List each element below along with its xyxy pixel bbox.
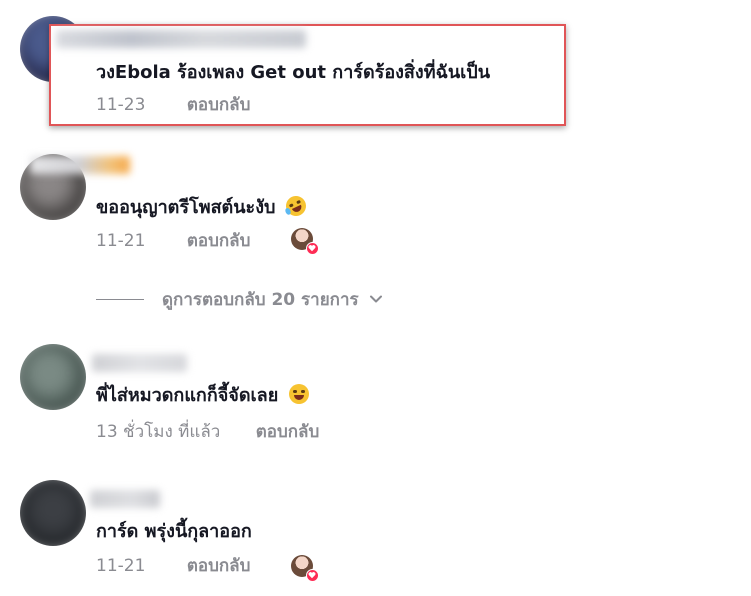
- comment-thread: วงEbola ร้องเพลง Get out การ์ดร้องสิ่งที…: [0, 0, 751, 596]
- username-blurred: [56, 30, 306, 48]
- comment-item: วงEbola ร้องเพลง Get out การ์ดร้องสิ่งที…: [0, 0, 751, 130]
- reply-button[interactable]: ตอบกลับ: [187, 94, 251, 116]
- comment-meta: 11-23 ตอบกลับ: [96, 94, 250, 116]
- comment-meta: 11-21 ตอบกลับ: [96, 230, 250, 252]
- comment-item: การ์ด พรุ่งนี้กุลาออก 11-21 ตอบกลับ: [0, 478, 751, 596]
- comment-meta: 11-21 ตอบกลับ: [96, 555, 250, 577]
- reply-button[interactable]: ตอบกลับ: [187, 230, 251, 252]
- comment-text-body: ขออนุญาตรีโพสต์นะงับ: [96, 197, 276, 218]
- username-blurred: [92, 354, 187, 372]
- heart-icon: [306, 569, 319, 582]
- comment-date: 11-23: [96, 95, 146, 115]
- reply-button[interactable]: ตอบกลับ: [187, 555, 251, 577]
- comment-text-body: พี่ไส่หมวดกแกก็จี้จัดเลย: [96, 385, 279, 406]
- username-blurred: [30, 156, 130, 174]
- rolling-laughing-emoji: [282, 192, 310, 220]
- comment-text: พี่ไส่หมวดกแกก็จี้จัดเลย: [96, 384, 309, 408]
- divider-line: [96, 298, 144, 300]
- comment-date: 11-21: [96, 556, 146, 576]
- comment-meta: 13 ชั่วโมง ที่แล้ว ตอบกลับ: [96, 421, 319, 443]
- avatar[interactable]: [20, 480, 86, 546]
- username-blurred: [90, 490, 160, 508]
- tears-of-joy-emoji: [288, 384, 309, 404]
- comment-item: พี่ไส่หมวดกแกก็จี้จัดเลย 13 ชั่วโมง ที่แ…: [0, 340, 751, 460]
- view-replies-label: ดูการตอบกลับ 20 รายการ: [162, 289, 359, 310]
- comment-item: ขออนุญาตรีโพสต์นะงับ 11-21 ตอบกลับ: [0, 148, 751, 278]
- comment-text: การ์ด พรุ่งนี้กุลาออก: [96, 521, 252, 542]
- reply-button[interactable]: ตอบกลับ: [256, 421, 320, 443]
- comment-date: 13 ชั่วโมง ที่แล้ว: [96, 422, 221, 442]
- avatar[interactable]: [20, 344, 86, 410]
- comment-text: ขออนุญาตรีโพสต์นะงับ: [96, 192, 310, 220]
- heart-icon: [306, 242, 319, 255]
- comment-text: วงEbola ร้องเพลง Get out การ์ดร้องสิ่งที…: [96, 62, 491, 83]
- chevron-down-icon: [369, 295, 382, 303]
- comment-date: 11-21: [96, 231, 146, 251]
- view-replies-button[interactable]: ดูการตอบกลับ 20 รายการ: [96, 287, 383, 311]
